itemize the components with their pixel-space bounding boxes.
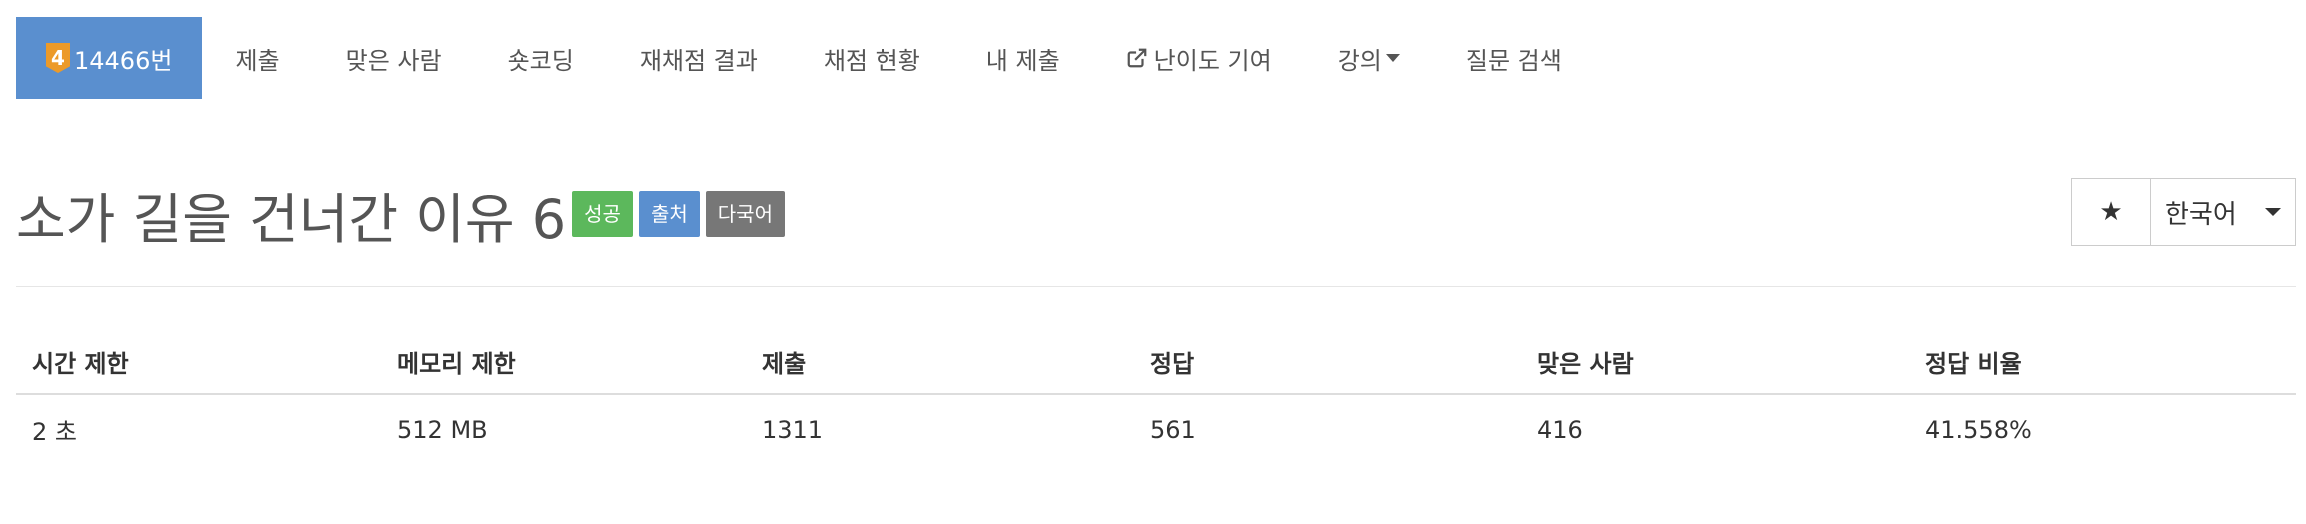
tab-difficulty-label: 난이도 기여 <box>1153 46 1272 75</box>
tab-status[interactable]: 채점 현황 <box>791 17 953 99</box>
tab-correct-users[interactable]: 맞은 사람 <box>313 17 475 99</box>
problem-actions: ★ 한국어 <box>2071 178 2296 246</box>
caret-down-icon <box>2265 208 2281 216</box>
page-title: 소가 길을 건너간 이유 6 <box>16 187 567 251</box>
tab-lectures-label: 강의 <box>1337 46 1382 75</box>
favorite-button[interactable]: ★ <box>2071 178 2151 246</box>
cell-memory-limit: 512 MB <box>397 415 488 444</box>
tab-difficulty-contribution[interactable]: 난이도 기여 <box>1093 17 1305 99</box>
divider <box>16 286 2296 287</box>
page-header: 소가 길을 건너간 이유 6 성공 출처 다국어 <box>16 176 785 252</box>
problem-number: 14466번 <box>74 46 173 75</box>
cell-submissions: 1311 <box>762 415 824 444</box>
problem-info-table: 시간 제한 메모리 제한 제출 정답 맞은 사람 정답 비율 2 초 512 M… <box>16 330 2296 464</box>
tab-lectures[interactable]: 강의 <box>1305 17 1433 99</box>
problem-menu: 4 14466번 제출 맞은 사람 숏코딩 재채점 결과 채점 현황 내 제출 … <box>16 17 1595 99</box>
cell-solved-users: 416 <box>1537 415 1583 444</box>
table-row: 2 초 512 MB 1311 561 416 41.558% <box>16 394 2296 464</box>
cell-time-limit: 2 초 <box>32 418 77 446</box>
cell-accept-ratio: 41.558% <box>1925 415 2032 444</box>
tab-question-search[interactable]: 질문 검색 <box>1433 17 1595 99</box>
language-dropdown[interactable]: 한국어 <box>2151 178 2296 246</box>
multilingual-badge: 다국어 <box>705 191 785 237</box>
header-accepted: 정답 <box>1134 330 1521 395</box>
cell-accepted: 561 <box>1150 415 1196 444</box>
table-header-row: 시간 제한 메모리 제한 제출 정답 맞은 사람 정답 비율 <box>16 330 2296 395</box>
source-badge[interactable]: 출처 <box>638 191 700 237</box>
tab-rejudge-results[interactable]: 재채점 결과 <box>607 17 791 99</box>
header-solved-users: 맞은 사람 <box>1521 330 1909 395</box>
external-link-icon <box>1127 48 1147 68</box>
header-memory-limit: 메모리 제한 <box>381 330 746 395</box>
status-badge: 성공 <box>572 191 633 237</box>
star-icon: ★ <box>2099 197 2123 227</box>
caret-down-icon <box>1385 54 1400 62</box>
header-submissions: 제출 <box>746 330 1134 395</box>
tab-submit[interactable]: 제출 <box>202 17 312 99</box>
language-label: 한국어 <box>2165 199 2237 230</box>
header-time-limit: 시간 제한 <box>16 330 381 395</box>
header-accept-ratio: 정답 비율 <box>1909 330 2296 395</box>
tab-short-coding[interactable]: 숏코딩 <box>475 17 607 99</box>
tab-my-submissions[interactable]: 내 제출 <box>953 17 1093 99</box>
tab-problem[interactable]: 4 14466번 <box>16 17 203 99</box>
tier-badge-icon: 4 <box>46 43 70 73</box>
